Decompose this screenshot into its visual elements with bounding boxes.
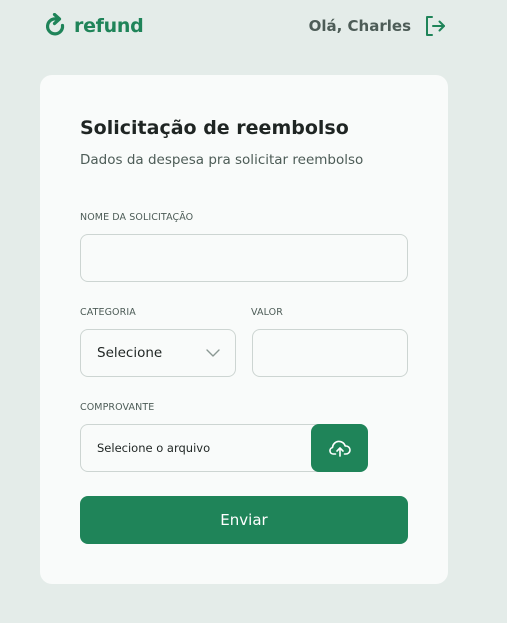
user-area: Olá, Charles bbox=[309, 14, 447, 38]
amount-input[interactable] bbox=[252, 329, 408, 377]
request-name-input[interactable] bbox=[80, 234, 408, 282]
brand-logo[interactable]: refund bbox=[44, 13, 144, 39]
category-label: CATEGORIA bbox=[80, 307, 136, 318]
chevron-down-icon bbox=[206, 349, 220, 357]
receipt-file-text: Selecione o arquivo bbox=[97, 441, 211, 455]
request-name-label: NOME DA SOLICITAÇÃO bbox=[80, 212, 194, 223]
refund-form-card: Solicitação de reembolso Dados da despes… bbox=[40, 75, 448, 584]
submit-button[interactable]: Enviar bbox=[80, 496, 408, 544]
form-subtitle: Dados da despesa pra solicitar reembolso bbox=[80, 152, 364, 168]
category-selected-value: Selecione bbox=[97, 345, 163, 361]
receipt-label: COMPROVANTE bbox=[80, 402, 155, 413]
cloud-upload-icon bbox=[328, 440, 351, 457]
category-select[interactable]: Selecione bbox=[80, 329, 236, 377]
user-greeting: Olá, Charles bbox=[308, 17, 411, 35]
amount-label: VALOR bbox=[251, 307, 283, 318]
form-title: Solicitação de reembolso bbox=[80, 117, 349, 139]
upload-button[interactable] bbox=[311, 424, 368, 472]
refresh-arrow-icon bbox=[45, 13, 65, 36]
logo-text: refund bbox=[74, 15, 144, 37]
app-header: refund Olá, Charles bbox=[0, 0, 507, 56]
sign-out-icon[interactable] bbox=[423, 14, 447, 38]
